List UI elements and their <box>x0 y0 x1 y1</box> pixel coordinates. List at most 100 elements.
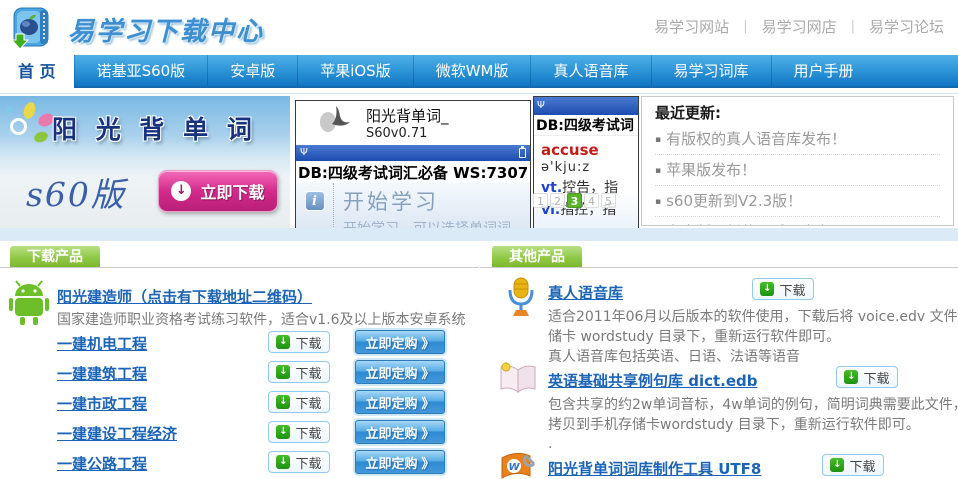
row-link-gonglu[interactable]: 一建公路工程 <box>57 453 147 474</box>
carousel-screenshot-2[interactable]: Ψ DB:四级考试词 accuse ə'kju:z vt.控告，指 vi.指控，… <box>533 96 639 228</box>
battery-icon <box>519 148 526 158</box>
download-label: 下载 <box>863 368 889 387</box>
download-label: 下载 <box>295 333 321 352</box>
bullet-icon: ▪ <box>655 135 661 145</box>
tool-book-icon: W <box>498 452 538 479</box>
app-header: 阳光背单词_ S60v0.71 <box>296 101 530 145</box>
order-now-button[interactable]: 立即定购》 <box>355 420 445 444</box>
download-button[interactable]: ↓ 下载 <box>268 331 330 353</box>
word-card: accuse ə'kju:z vt.控告，指 vi.指控，指 <box>534 136 638 228</box>
promo-title: 阳 光 背 单 词 <box>52 110 257 146</box>
db-status-line: DB:四级考试词汇必备 WS:7307 <box>296 161 530 183</box>
download-arrow-icon: ↓ <box>760 282 774 296</box>
link-separator: | <box>743 19 747 34</box>
signal-icon: Ψ <box>300 148 308 158</box>
menu-item-title: 开始学习 <box>343 186 511 216</box>
phone-status-bar: Ψ <box>296 145 530 161</box>
banner-zone: 阳 光 背 单 词 s60版 ↓ 立即下载 阳光背单词_ S60v0.71 <box>0 96 958 228</box>
android-icon <box>8 280 50 330</box>
download-arrow-icon: ↓ <box>276 365 290 379</box>
order-now-button[interactable]: 立即定购》 <box>355 330 445 354</box>
carousel-screenshot-1[interactable]: 阳光背单词_ S60v0.71 Ψ DB:四级考试词汇必备 WS:7307 i … <box>295 100 531 228</box>
page-button-4[interactable]: 4 <box>584 193 599 208</box>
chevron-right-icon: 》 <box>422 363 435 382</box>
open-book-icon <box>498 362 538 400</box>
row-link-jingji[interactable]: 一建建设工程经济 <box>57 423 177 444</box>
menu-text-cell: 开始学习 开始学习，可以选择单词词 <box>334 183 511 228</box>
download-arrow-icon: ↓ <box>276 395 290 409</box>
promo-banner: 阳 光 背 单 词 s60版 ↓ 立即下载 <box>0 96 290 228</box>
download-button[interactable]: ↓ 下载 <box>836 366 898 388</box>
download-arrow-icon: ↓ <box>844 370 858 384</box>
signal-icon: Ψ <box>537 101 545 111</box>
tab-other-products[interactable]: 其他产品 <box>492 246 582 268</box>
order-now-button[interactable]: 立即定购》 <box>355 390 445 414</box>
update-item[interactable]: ▪有版权的真人语音库发布！ <box>655 124 940 155</box>
nav-item-home[interactable]: 首 页 <box>0 55 74 90</box>
page-root: 易学习下载中心 易学习网站 | 易学习网店 | 易学习论坛 首 页 诺基亚S60… <box>0 0 958 479</box>
nav-item-dict[interactable]: 易学习词库 <box>651 55 771 86</box>
row-link-shizheng[interactable]: 一建市政工程 <box>57 393 147 414</box>
download-button[interactable]: ↓下载 <box>268 451 330 473</box>
download-arrow-icon: ↓ <box>276 425 290 439</box>
page-button-3-active[interactable]: 3 <box>567 193 582 208</box>
nav-item-voice[interactable]: 真人语音库 <box>530 55 650 86</box>
app-logo-icon <box>316 104 352 142</box>
row-link-jidian[interactable]: 一建机电工程 <box>57 333 147 354</box>
download-label: 下载 <box>849 456 875 475</box>
page-button-2[interactable]: 2 <box>550 193 565 208</box>
section-divider <box>480 267 958 268</box>
download-button[interactable]: ↓ 下载 <box>752 278 814 300</box>
nav-item-manual[interactable]: 用户手册 <box>771 55 876 86</box>
download-label: 下载 <box>295 393 321 412</box>
download-arrow-icon: ↓ <box>276 335 290 349</box>
row-link-jianzhu[interactable]: 一建建筑工程 <box>57 363 147 384</box>
download-button[interactable]: ↓下载 <box>268 361 330 383</box>
site-logo[interactable]: 易学习下载中心 <box>8 4 264 55</box>
microphone-icon <box>504 276 538 320</box>
phone-status-bar: Ψ <box>534 97 638 115</box>
item-description-line: 适合2011年06月以后版本的软件使用，下载后将 voice.edv 文件拷 <box>548 306 958 326</box>
page-button-1[interactable]: 1 <box>533 193 548 208</box>
top-link-store[interactable]: 易学习网店 <box>762 16 837 37</box>
update-item[interactable]: ▪安卓版最新使用手册发布！ <box>655 217 940 226</box>
chevron-right-icon: 》 <box>422 453 435 472</box>
download-button[interactable]: ↓ 下载 <box>822 454 884 476</box>
app-version: S60v0.71 <box>366 126 449 141</box>
nav-item-android[interactable]: 安卓版 <box>207 55 297 86</box>
updates-title: 最近更新: <box>655 102 940 124</box>
item-link-sentence-db[interactable]: 英语基础共享例句库 dict.edb <box>548 370 758 391</box>
order-label: 立即定购 <box>365 393 417 412</box>
nav-item-ios[interactable]: 苹果iOS版 <box>297 55 413 86</box>
carousel-pagination: 1 2 3 4 5 <box>533 193 616 208</box>
nav-item-s60[interactable]: 诺基亚S60版 <box>74 55 208 86</box>
download-button[interactable]: ↓下载 <box>268 421 330 443</box>
app-title-block: 阳光背单词_ S60v0.71 <box>366 105 449 141</box>
tab-download-products[interactable]: 下载产品 <box>10 246 100 268</box>
word-phonetic: ə'kju:z <box>541 160 638 175</box>
download-label: 下载 <box>779 280 805 299</box>
other-products-section: 其他产品 真人语音库 ↓ 下载 适合2011年06月以后版本的软件使用，下载后将 … <box>480 246 958 479</box>
update-text: 安卓版最新使用手册发布！ <box>666 223 846 226</box>
download-button[interactable]: ↓ 下载 <box>268 391 330 413</box>
item-link-voice-library[interactable]: 真人语音库 <box>548 282 623 303</box>
top-links: 易学习网站 | 易学习网店 | 易学习论坛 <box>654 16 944 37</box>
download-arrow-icon: ↓ <box>276 455 290 469</box>
menu-icon-cell: i <box>296 183 334 228</box>
update-item[interactable]: ▪苹果版发布！ <box>655 155 940 186</box>
banner-download-button[interactable]: ↓ 立即下载 <box>158 170 278 212</box>
order-label: 立即定购 <box>365 453 417 472</box>
product-link-builder[interactable]: 阳光建造师（点击有下载地址二维码） <box>57 286 312 307</box>
order-now-button[interactable]: 立即定购》 <box>355 360 445 384</box>
top-link-website[interactable]: 易学习网站 <box>654 16 729 37</box>
item-description-line: 储卡 wordstudy 目录下，重新运行软件即可。 <box>548 326 840 346</box>
item-link-dict-tool[interactable]: 阳光背单词词库制作工具 UTF8 <box>548 458 761 479</box>
update-item[interactable]: ▪s60更新到V2.3版！ <box>655 186 940 217</box>
nav-item-wm[interactable]: 微软WM版 <box>413 55 531 86</box>
page-button-5[interactable]: 5 <box>601 193 616 208</box>
top-link-forum[interactable]: 易学习论坛 <box>869 16 944 37</box>
item-description-line: 拷贝到手机存储卡wordstudy 目录下，重新运行软件即可。 <box>548 414 920 434</box>
download-arrow-icon: ↓ <box>830 458 844 472</box>
order-now-button[interactable]: 立即定购》 <box>355 450 445 474</box>
update-text: s60更新到V2.3版！ <box>666 192 802 210</box>
